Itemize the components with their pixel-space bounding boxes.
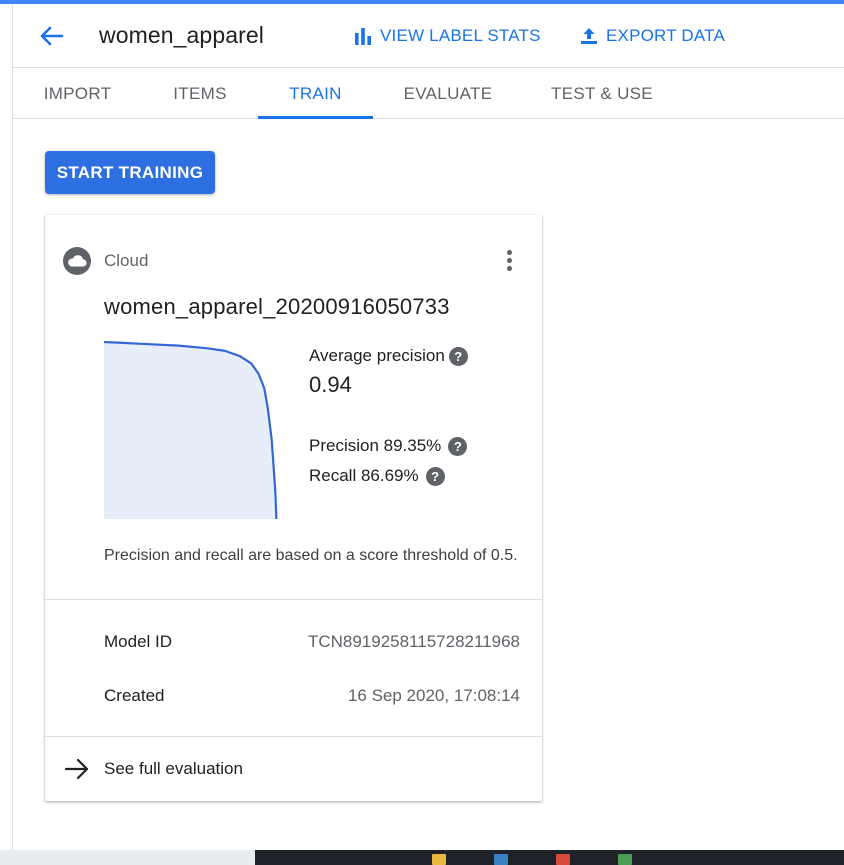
- upload-icon: [581, 28, 597, 44]
- recall-metric: Recall 86.69% ?: [309, 466, 445, 486]
- arrow-back-icon: [40, 26, 64, 46]
- view-label-stats-label: VIEW LABEL STATS: [380, 26, 541, 45]
- curve-area: [104, 342, 277, 519]
- tab-bar: IMPORT ITEMS TRAIN EVALUATE TEST & USE: [13, 69, 844, 119]
- see-full-evaluation-link[interactable]: See full evaluation: [45, 737, 542, 801]
- model-card: Cloud women_apparel_20200916050733 Avera…: [45, 215, 542, 801]
- taskbar-app-icon[interactable]: [494, 854, 508, 865]
- taskbar-app-icon[interactable]: [618, 854, 632, 865]
- model-id-value: TCN8919258115728211968: [307, 632, 520, 651]
- model-id-label: Model ID: [104, 632, 173, 651]
- created-value: 16 Sep 2020, 17:08:14: [347, 686, 520, 705]
- taskbar-folder-icon[interactable]: [432, 854, 446, 865]
- help-icon[interactable]: ?: [448, 436, 468, 456]
- precision-metric: Precision 89.35% ?: [309, 436, 468, 456]
- average-precision-label: Average precision: [309, 346, 445, 365]
- tab-items[interactable]: ITEMS: [161, 69, 239, 118]
- see-full-evaluation-label: See full evaluation: [104, 759, 243, 778]
- more-vert-icon[interactable]: [500, 247, 518, 273]
- average-precision-heading: Average precision ?: [309, 346, 468, 366]
- precision-text: Precision 89.35%: [309, 436, 442, 455]
- view-label-stats-button[interactable]: VIEW LABEL STATS: [354, 26, 541, 46]
- cloud-icon: [63, 247, 91, 275]
- help-icon[interactable]: ?: [425, 466, 445, 486]
- model-name: women_apparel_20200916050733: [104, 294, 450, 319]
- taskbar-app-icon[interactable]: [556, 854, 570, 865]
- threshold-note: Precision and recall are based on a scor…: [104, 547, 518, 564]
- created-label: Created: [104, 686, 165, 705]
- precision-recall-curve: [104, 341, 278, 519]
- page-header: women_apparel VIEW LABEL STATS EXPORT DA…: [13, 4, 844, 68]
- environment-label: Cloud: [104, 251, 149, 270]
- bar-chart-icon: [355, 27, 371, 45]
- arrow-forward-icon: [64, 758, 89, 780]
- recall-text: Recall 86.69%: [309, 466, 419, 485]
- help-icon[interactable]: ?: [448, 346, 468, 366]
- back-button[interactable]: [37, 22, 65, 50]
- tab-train[interactable]: TRAIN: [258, 69, 373, 119]
- tab-test-and-use[interactable]: TEST & USE: [540, 69, 664, 118]
- average-precision-value: 0.94: [309, 372, 352, 397]
- divider: [45, 599, 542, 600]
- tab-import[interactable]: IMPORT: [28, 69, 127, 118]
- export-data-label: EXPORT DATA: [606, 26, 726, 45]
- taskbar: [255, 850, 844, 865]
- tab-evaluate[interactable]: EVALUATE: [392, 69, 504, 118]
- start-training-button[interactable]: START TRAINING: [45, 151, 215, 194]
- export-data-button[interactable]: EXPORT DATA: [580, 26, 725, 46]
- left-panel-border: [12, 4, 13, 850]
- dataset-title: women_apparel: [99, 22, 264, 48]
